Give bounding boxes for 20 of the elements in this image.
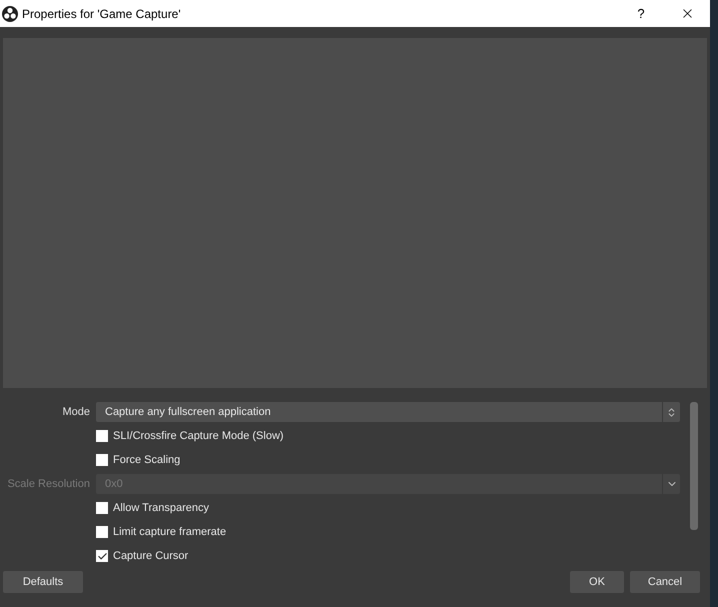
field-label: Scale Resolution (6, 476, 91, 492)
checkbox-label: Allow Transparency (113, 500, 209, 516)
defaults-button[interactable]: Defaults (3, 571, 83, 593)
checkbox[interactable] (96, 430, 108, 442)
dropdown[interactable]: Capture any fullscreen application (96, 402, 680, 422)
help-button[interactable]: ? (618, 0, 664, 27)
cancel-button[interactable]: Cancel (630, 571, 700, 593)
scrollbar[interactable] (690, 402, 698, 530)
checkbox[interactable] (96, 526, 108, 538)
checkbox-label: SLI/Crossfire Capture Mode (Slow) (113, 428, 284, 444)
checkbox-label: Force Scaling (113, 452, 180, 468)
checkbox[interactable] (96, 454, 108, 466)
checkbox[interactable] (96, 550, 108, 562)
checkbox-label: Capture Cursor (113, 548, 188, 564)
checkbox-label: Limit capture framerate (113, 524, 226, 540)
field-label: Mode (61, 404, 91, 420)
chevron-up-down-icon (666, 406, 677, 418)
window-title: Properties for 'Game Capture' (22, 6, 182, 22)
ok-button[interactable]: OK (570, 571, 624, 593)
checkbox[interactable] (96, 502, 108, 514)
